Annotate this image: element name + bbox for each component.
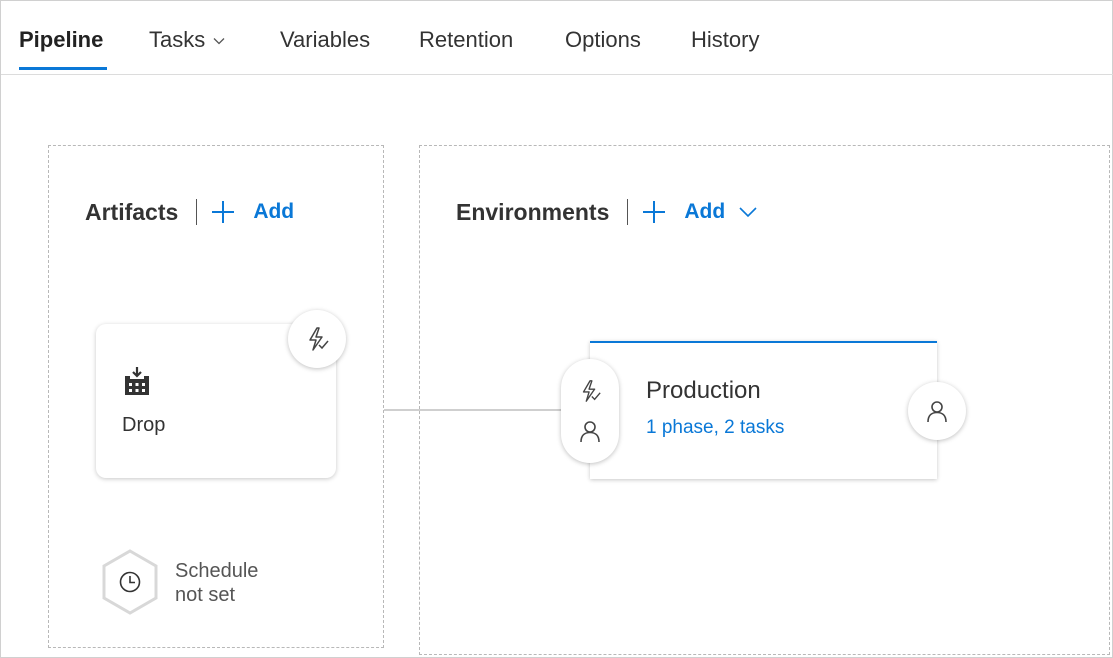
tab-options[interactable]: Options xyxy=(565,25,641,55)
artifacts-header: Artifacts Add xyxy=(85,195,294,229)
environments-title: Environments xyxy=(456,198,610,225)
chevron-down-icon xyxy=(739,207,757,218)
tab-variables[interactable]: Variables xyxy=(280,25,370,55)
tab-retention[interactable]: Retention xyxy=(419,25,513,55)
add-environment-label: Add xyxy=(684,200,726,223)
add-artifact-button[interactable]: Add xyxy=(211,200,294,224)
continuous-deployment-trigger-button[interactable] xyxy=(288,310,346,368)
lightning-trigger-icon xyxy=(582,380,601,402)
person-approval-icon xyxy=(927,401,947,423)
add-artifact-label: Add xyxy=(253,200,295,223)
tab-bar: Pipeline Tasks Variables Retention Optio… xyxy=(1,1,1113,75)
schedule-label: Schedule not set xyxy=(175,559,258,607)
plus-icon xyxy=(212,201,235,223)
artifacts-title: Artifacts xyxy=(85,198,179,225)
schedule-label-line2: not set xyxy=(175,584,236,606)
tab-tasks-label: Tasks xyxy=(149,27,206,52)
chevron-down-icon xyxy=(213,38,225,45)
active-tab-indicator xyxy=(19,67,107,70)
pipeline-editor: Pipeline Tasks Variables Retention Optio… xyxy=(0,0,1113,658)
artifact-name: Drop xyxy=(122,414,166,436)
add-environment-button[interactable]: Add xyxy=(642,200,757,224)
environment-card-production[interactable]: Production 1 phase, 2 tasks xyxy=(590,341,937,479)
lightning-trigger-icon xyxy=(309,327,329,351)
header-divider xyxy=(627,199,629,225)
schedule-button[interactable] xyxy=(101,549,159,615)
tab-pipeline[interactable]: Pipeline xyxy=(19,25,103,55)
schedule-label-line1: Schedule xyxy=(175,560,259,582)
post-deployment-approvals-button[interactable] xyxy=(908,382,966,440)
person-approval-icon xyxy=(580,421,600,443)
build-icon xyxy=(125,367,149,395)
tab-history[interactable]: History xyxy=(691,25,759,55)
tab-tasks[interactable]: Tasks xyxy=(149,25,225,55)
environments-header: Environments Add xyxy=(456,195,757,229)
environment-name: Production xyxy=(646,377,761,404)
plus-icon xyxy=(643,201,666,223)
header-divider xyxy=(196,199,198,225)
environment-summary-link[interactable]: 1 phase, 2 tasks xyxy=(646,417,784,439)
pre-deployment-conditions-button[interactable] xyxy=(561,359,619,463)
